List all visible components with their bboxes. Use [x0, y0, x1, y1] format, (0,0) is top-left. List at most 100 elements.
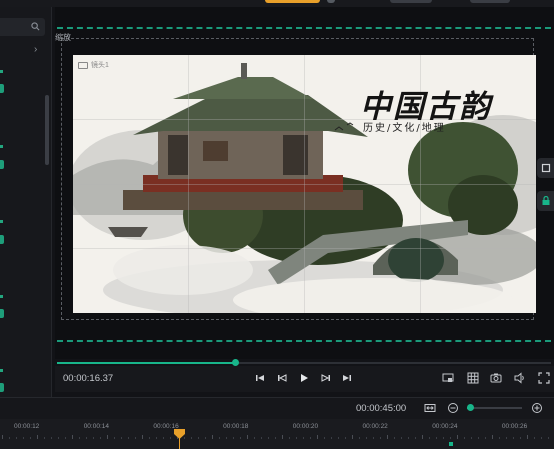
- skip-forward-icon[interactable]: [341, 372, 353, 384]
- display-icon[interactable]: [442, 372, 454, 384]
- list-item-marker: [0, 220, 3, 223]
- safe-area-guide-top: [57, 27, 551, 29]
- ruler-tick: [394, 437, 395, 439]
- camera-icon[interactable]: [490, 372, 502, 384]
- ruler-tick-label: 00:00:18: [223, 423, 249, 430]
- safe-area-guide-bottom: [57, 340, 551, 342]
- ruler-tick: [219, 437, 220, 439]
- ruler-tick: [408, 437, 409, 439]
- ruler-tick: [9, 437, 10, 439]
- zoom-slider-handle[interactable]: [466, 404, 474, 411]
- camera-label-text: 镜头1: [91, 62, 109, 69]
- grid-icon[interactable]: [467, 372, 479, 384]
- preview-canvas[interactable]: 镜头1 中国古韵 历史/文化/地理: [73, 55, 536, 313]
- list-item-marker: [0, 369, 3, 372]
- playhead-handle[interactable]: [174, 429, 185, 439]
- ruler-tick: [107, 435, 108, 439]
- playback-progress-fill: [57, 362, 235, 364]
- playback-progress-handle[interactable]: [231, 359, 239, 366]
- ruler-tick: [191, 437, 192, 439]
- ruler-tick: [247, 435, 248, 439]
- ruler-tick: [513, 437, 514, 439]
- ruler-tick: [51, 437, 52, 439]
- ruler-tick: [548, 437, 549, 439]
- ruler-tick: [359, 437, 360, 439]
- ruler-tick: [233, 437, 234, 439]
- ruler-tick: [506, 437, 507, 439]
- ruler-tick: [44, 437, 45, 439]
- ruler-tick: [142, 435, 143, 439]
- editor-window: › 缩放 镜头1 中国古韵 历史/文化/地理 00:00:16.37 00:00…: [0, 0, 554, 449]
- toolbar-button[interactable]: [390, 0, 432, 3]
- ruler-tick: [527, 435, 528, 439]
- ruler-tick-label: 00:00:14: [83, 423, 109, 430]
- ruler-tick: [198, 437, 199, 439]
- chevron-right-icon[interactable]: ›: [34, 45, 44, 55]
- ruler-tick: [135, 437, 136, 439]
- ruler-tick: [422, 435, 423, 439]
- ruler-tick: [541, 437, 542, 439]
- ruler-tick: [303, 437, 304, 439]
- crop-tool-button[interactable]: [537, 158, 554, 178]
- volume-icon[interactable]: [514, 372, 526, 384]
- panel-scrollbar[interactable]: [45, 95, 49, 165]
- ruler-tick: [16, 437, 17, 439]
- ruler-tick: [450, 437, 451, 439]
- list-item-badge[interactable]: [0, 383, 4, 392]
- list-item-marker: [0, 70, 3, 73]
- grid-line: [73, 184, 536, 185]
- search-input[interactable]: [0, 18, 45, 36]
- ruler-tick: [352, 435, 353, 439]
- ruler-tick: [331, 437, 332, 439]
- zoom-corner-label: 缩放: [55, 33, 71, 42]
- ruler-tick: [37, 435, 38, 439]
- list-item-badge[interactable]: [0, 84, 4, 93]
- list-item-badge[interactable]: [0, 160, 4, 169]
- ruler-tick: [254, 437, 255, 439]
- ruler-tick: [289, 437, 290, 439]
- grid-line: [73, 248, 536, 249]
- list-item-marker: [0, 145, 3, 148]
- ruler-tick: [534, 437, 535, 439]
- ruler-tick: [401, 437, 402, 439]
- ruler-tick: [478, 437, 479, 439]
- ruler-tick: [212, 435, 213, 439]
- ruler-tick: [471, 437, 472, 439]
- ruler-tick: [268, 437, 269, 439]
- toolbar-indicator: [327, 0, 335, 3]
- step-forward-icon[interactable]: [320, 372, 332, 384]
- ruler-tick-label: 00:00:24: [432, 423, 458, 430]
- ruler-tick: [205, 437, 206, 439]
- skip-back-icon[interactable]: [254, 372, 266, 384]
- ruler-tick: [72, 435, 73, 439]
- camera-label: 镜头1: [78, 60, 109, 70]
- list-item-badge[interactable]: [0, 309, 4, 318]
- clip-marker[interactable]: [449, 442, 453, 446]
- zoom-slider-track[interactable]: [467, 407, 522, 409]
- crop-icon: [541, 163, 550, 173]
- ruler-tick: [492, 435, 493, 439]
- ruler-tick-label: 00:00:22: [362, 423, 388, 430]
- lock-tool-button[interactable]: [537, 191, 554, 211]
- list-item-badge[interactable]: [0, 235, 4, 244]
- overlay-subtitle[interactable]: 历史/文化/地理: [363, 119, 446, 134]
- step-back-icon[interactable]: [276, 372, 288, 384]
- search-icon[interactable]: [31, 22, 40, 31]
- toolbar-button-secondary[interactable]: [470, 0, 510, 3]
- ruler-tick: [345, 437, 346, 439]
- lock-icon: [542, 196, 549, 205]
- zoom-in-icon[interactable]: [531, 402, 543, 414]
- ruler-tick: [114, 437, 115, 439]
- play-icon[interactable]: [298, 372, 310, 384]
- export-button[interactable]: [265, 0, 320, 3]
- ruler-tick: [65, 437, 66, 439]
- ruler-tick: [443, 437, 444, 439]
- fullscreen-icon[interactable]: [538, 372, 550, 384]
- ruler-tick: [2, 435, 3, 439]
- ruler-tick: [324, 437, 325, 439]
- fit-icon[interactable]: [424, 402, 436, 414]
- ruler-tick: [121, 437, 122, 439]
- zoom-out-icon[interactable]: [447, 402, 459, 414]
- ruler-tick: [436, 437, 437, 439]
- ruler-tick: [275, 437, 276, 439]
